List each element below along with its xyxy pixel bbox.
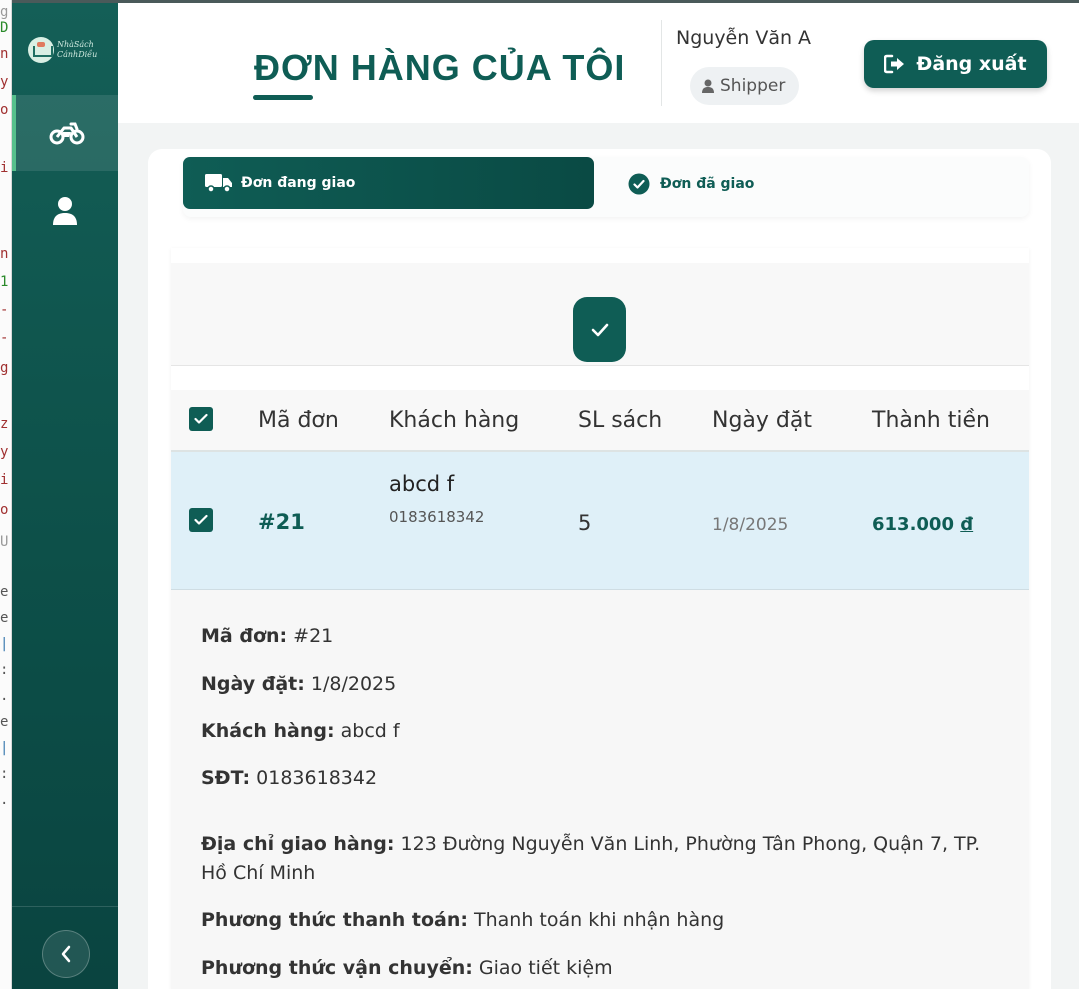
detail-shipping-label: Phương thức vận chuyển: <box>201 957 473 979</box>
detail-shipping: Phương thức vận chuyển: Giao tiết kiệm <box>201 954 1001 983</box>
column-header-order-id: Mã đơn <box>258 408 339 433</box>
logout-button[interactable]: Đăng xuất <box>864 40 1047 88</box>
detail-payment-value: Thanh toán khi nhận hàng <box>474 909 725 931</box>
order-date: 1/8/2025 <box>712 515 789 535</box>
order-total-amount: 613.000 <box>872 514 954 535</box>
user-name: Nguyễn Văn A <box>676 27 812 49</box>
logo-text-line-2: CánhDiều <box>57 50 98 59</box>
tab-delivered-label: Đơn đã giao <box>660 176 755 192</box>
column-header-customer: Khách hàng <box>389 408 520 433</box>
role-badge: Shipper <box>690 67 800 105</box>
column-header-total: Thành tiền <box>872 408 990 433</box>
column-header-order-date: Ngày đặt <box>712 408 812 433</box>
customer-name: abcd f <box>389 472 455 496</box>
check-circle-icon <box>628 173 650 195</box>
detail-address-label: Địa chỉ giao hàng: <box>201 833 395 855</box>
detail-customer-label: Khách hàng: <box>201 720 335 742</box>
truck-icon <box>205 174 232 193</box>
page-header: ĐƠN HÀNG CỦA TÔI Nguyễn Văn A Shipper Đă… <box>118 3 1079 123</box>
detail-phone-value: 0183618342 <box>256 767 378 789</box>
book-logo-icon <box>28 37 54 63</box>
select-all-checkbox[interactable] <box>189 407 213 431</box>
order-total: 613.000 đ <box>872 514 973 535</box>
page-title: ĐƠN HÀNG CỦA TÔI <box>254 47 626 88</box>
sidebar-collapse-button[interactable] <box>42 930 90 978</box>
detail-order-id: Mã đơn: #21 <box>201 622 1001 651</box>
detail-phone-label: SĐT: <box>201 767 251 789</box>
sign-out-icon <box>884 54 905 74</box>
book-quantity: 5 <box>578 511 592 535</box>
detail-phone: SĐT: 0183618342 <box>201 764 1001 793</box>
title-underline <box>253 95 313 100</box>
sidebar-item-orders[interactable] <box>12 95 118 171</box>
customer-phone: 0183618342 <box>389 508 485 526</box>
detail-order-id-value: #21 <box>293 625 334 647</box>
logo-text-line-1: NhàSách <box>57 40 94 49</box>
detail-address: Địa chỉ giao hàng: 123 Đường Nguyễn Văn … <box>201 830 1001 888</box>
bulk-action-bar <box>171 263 1029 366</box>
check-icon <box>591 323 608 336</box>
detail-order-date: Ngày đặt: 1/8/2025 <box>201 670 1001 699</box>
logo[interactable]: NhàSách CánhDiều <box>28 35 106 65</box>
detail-customer: Khách hàng: abcd f <box>201 717 1001 746</box>
background-window-strip: g D n y o i n 1 - - g z y i o U e e | : … <box>0 0 12 989</box>
row-checkbox[interactable] <box>189 508 213 532</box>
checkmark-icon <box>194 514 208 525</box>
detail-order-date-value: 1/8/2025 <box>310 673 397 695</box>
tab-delivered[interactable]: Đơn đã giao <box>628 172 754 196</box>
currency-symbol: đ <box>960 514 974 535</box>
column-header-quantity: SL sách <box>578 408 663 433</box>
detail-shipping-value: Giao tiết kiệm <box>478 957 613 979</box>
header-divider <box>661 20 662 106</box>
confirm-delivered-button[interactable] <box>573 297 626 362</box>
orders-table: Mã đơn Khách hàng SL sách Ngày đặt Thành… <box>171 248 1029 989</box>
logout-label: Đăng xuất <box>916 53 1027 75</box>
sidebar-footer-divider <box>12 906 118 907</box>
detail-payment-label: Phương thức thanh toán: <box>201 909 468 931</box>
tab-delivering[interactable]: Đơn đang giao <box>183 157 594 209</box>
detail-customer-value: abcd f <box>340 720 400 742</box>
role-label: Shipper <box>720 76 786 96</box>
table-header: Mã đơn Khách hàng SL sách Ngày đặt Thành… <box>171 390 1029 452</box>
sidebar-item-profile[interactable] <box>12 175 118 247</box>
table-row[interactable]: #21 abcd f 0183618342 5 1/8/2025 613.000… <box>171 452 1029 590</box>
order-details-panel: Mã đơn: #21 Ngày đặt: 1/8/2025 Khách hàn… <box>171 590 1029 989</box>
user-icon <box>53 197 77 225</box>
user-small-icon <box>702 79 714 93</box>
motorcycle-icon <box>49 122 85 145</box>
checkmark-icon <box>194 413 208 424</box>
chevron-left-icon <box>61 945 71 963</box>
detail-order-id-label: Mã đơn: <box>201 625 288 647</box>
detail-payment: Phương thức thanh toán: Thanh toán khi n… <box>201 906 1001 935</box>
tab-delivering-label: Đơn đang giao <box>241 175 356 191</box>
order-id: #21 <box>258 510 305 534</box>
detail-order-date-label: Ngày đặt: <box>201 673 305 695</box>
sidebar: NhàSách CánhDiều <box>12 3 118 989</box>
